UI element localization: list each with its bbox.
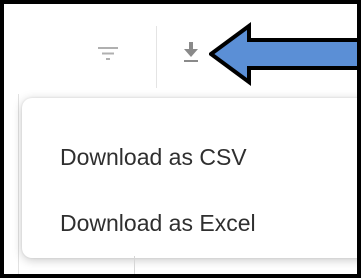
filter-icon[interactable] [96, 44, 120, 62]
download-menu: Download as CSV Download as Excel [22, 98, 357, 258]
toolbar-divider [156, 26, 157, 88]
menu-item-download-excel[interactable]: Download as Excel [60, 210, 256, 237]
annotation-arrow [209, 22, 357, 86]
column-divider [134, 256, 135, 274]
menu-item-download-csv[interactable]: Download as CSV [60, 144, 247, 171]
download-icon[interactable] [182, 40, 200, 64]
screenshot-frame: Download as CSV Download as Excel [0, 0, 361, 278]
